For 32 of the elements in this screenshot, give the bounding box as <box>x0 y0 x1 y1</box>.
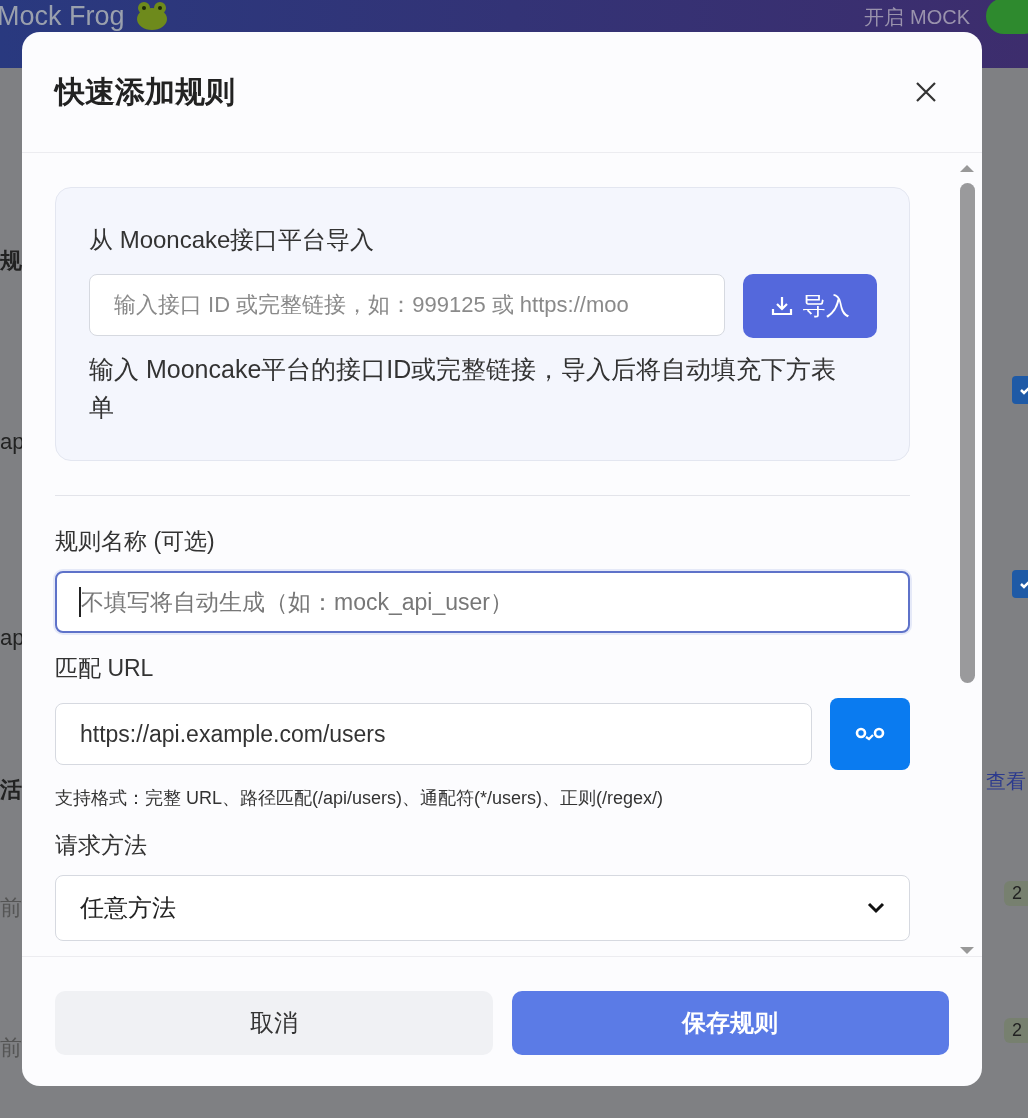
app-title: Mock Frog <box>0 0 125 32</box>
dialog-title: 快速添加规则 <box>55 73 235 110</box>
field-label: 请求方法 <box>55 831 148 860</box>
import-help-text: 输入 Mooncake平台的接口ID或完整链接，导入后将自动填充下方表单 <box>89 354 838 423</box>
rule-name-field[interactable]: 不填写将自动生成（如：mock_api_user） <box>55 571 910 633</box>
count-badge: 2 <box>1004 1018 1028 1043</box>
scroll-up-icon[interactable] <box>959 163 975 173</box>
frog-icon <box>134 1 169 31</box>
close-button[interactable] <box>914 80 938 104</box>
link-button[interactable] <box>830 698 910 770</box>
download-icon <box>770 294 794 318</box>
import-label: 从 Mooncake接口平台导入 <box>89 225 376 255</box>
field-label: 规则名称 (可选) <box>55 527 216 556</box>
text-cursor <box>79 587 81 617</box>
cancel-button[interactable]: 取消 <box>55 991 493 1055</box>
link-icon <box>853 726 887 742</box>
mock-toggle[interactable] <box>986 0 1028 34</box>
checkbox[interactable] <box>1012 570 1028 598</box>
list-text: 活 <box>0 777 23 803</box>
field-label: 匹配 URL <box>55 654 155 683</box>
scroll-down-icon[interactable] <box>959 946 975 956</box>
import-button[interactable]: 导入 <box>743 274 877 338</box>
url-hint-text: 支持格式：完整 URL、路径匹配(/api/users)、通配符(*/users)、正则(/regex/) <box>55 787 665 810</box>
method-select[interactable]: 任意方法 <box>55 875 910 941</box>
list-text: 规 <box>0 248 23 274</box>
save-button[interactable]: 保存规则 <box>511 991 949 1055</box>
checkbox[interactable] <box>1012 376 1028 404</box>
count-badge: 2 <box>1004 881 1028 906</box>
chevron-down-icon <box>867 902 885 914</box>
mock-toggle-label: 开启 MOCK <box>864 5 970 30</box>
import-field[interactable]: 输入接口 ID 或完整链接，如：999125 或 https://moo <box>89 274 725 336</box>
url-field[interactable]: https://api.example.com/users <box>55 703 812 765</box>
